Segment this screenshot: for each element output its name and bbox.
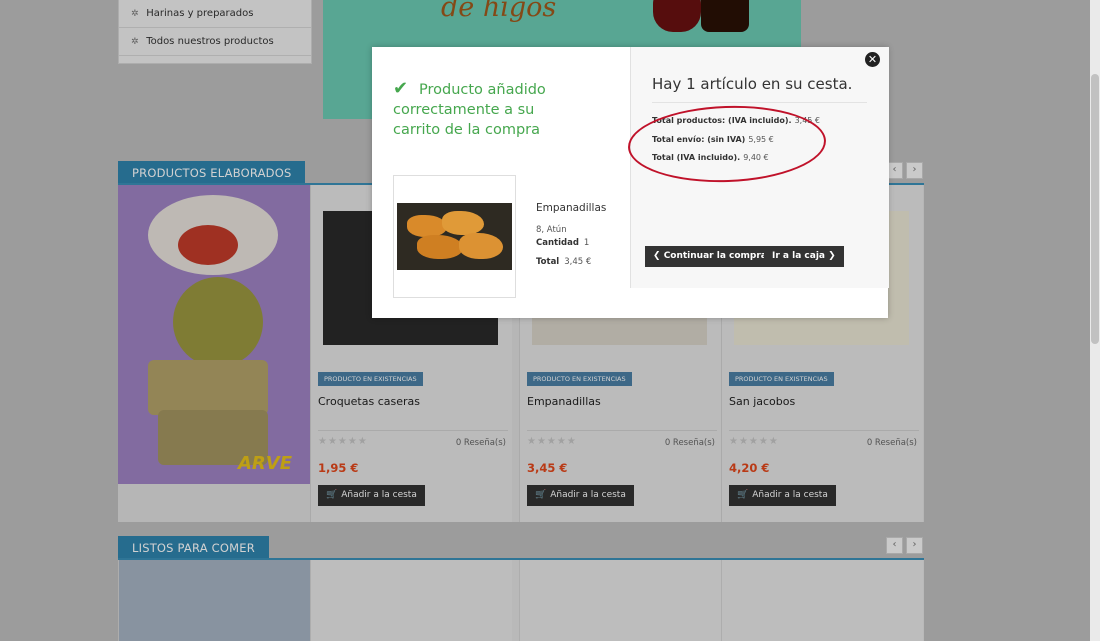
feature-image[interactable] — [118, 560, 311, 641]
cart-icon: 🛒 — [326, 490, 338, 500]
divider — [729, 430, 919, 431]
gear-icon: ✲ — [131, 9, 139, 19]
category-menu: ✲ Harinas y preparados ✲ Todos nuestros … — [118, 0, 312, 64]
success-message: Producto añadido correctamente a su carr… — [393, 82, 546, 138]
product-name[interactable]: San jacobos — [729, 395, 795, 408]
cart-icon: 🛒 — [535, 490, 547, 500]
product-card[interactable] — [310, 560, 512, 641]
banner-text: de higos — [441, 0, 557, 23]
product-name[interactable]: Empanadillas — [527, 395, 601, 408]
add-to-cart-modal: ✔ Producto añadido correctamente a su ca… — [372, 47, 889, 318]
cart-icon: 🛒 — [737, 490, 749, 500]
quantity-value: 1 — [583, 238, 590, 248]
carousel-prev-button[interactable]: ‹ — [886, 537, 903, 554]
modal-product-panel: ✔ Producto añadido correctamente a su ca… — [372, 47, 630, 318]
rating-stars: ★★★★★ — [318, 436, 368, 447]
product-card[interactable] — [721, 560, 923, 641]
cart-count-title: Hay 1 artículo en su cesta. — [652, 75, 853, 93]
menu-item-harinas[interactable]: ✲ Harinas y preparados — [119, 0, 311, 28]
product-name[interactable]: Croquetas caseras — [318, 395, 420, 408]
add-to-cart-button[interactable]: 🛒 Añadir a la cesta — [527, 485, 634, 506]
divider — [527, 430, 717, 431]
section-title-elaborados: PRODUCTOS ELABORADOS — [118, 161, 306, 185]
modal-product-name: Empanadillas — [536, 202, 607, 214]
checkout-button[interactable]: Ir a la caja ❯ — [764, 246, 844, 267]
product-price: 4,20 € — [729, 461, 770, 475]
add-to-cart-label: Añadir a la cesta — [752, 490, 828, 500]
product-price: 1,95 € — [318, 461, 359, 475]
add-to-cart-button[interactable]: 🛒 Añadir a la cesta — [729, 485, 836, 506]
total-label: Total — [536, 257, 560, 267]
menu-item-todos[interactable]: ✲ Todos nuestros productos — [119, 28, 311, 56]
menu-item-label: Todos nuestros productos — [146, 36, 274, 47]
chevron-left-icon: ❮ — [653, 251, 664, 261]
product-card[interactable] — [519, 560, 721, 641]
product-price: 3,45 € — [527, 461, 568, 475]
section-title-listos: LISTOS PARA COMER — [118, 536, 269, 560]
product-grid — [118, 560, 924, 641]
scrollbar[interactable] — [1090, 0, 1100, 641]
modal-product-quantity: Cantidad 1 — [536, 238, 589, 248]
brand-logo: ARVE — [238, 453, 293, 474]
divider — [318, 430, 508, 431]
continue-shopping-button[interactable]: ❮ Continuar la compra — [645, 246, 775, 267]
rating-stars: ★★★★★ — [527, 436, 577, 447]
carousel-next-button[interactable]: › — [906, 537, 923, 554]
divider — [652, 102, 867, 103]
scrollbar-thumb[interactable] — [1091, 74, 1099, 344]
add-to-cart-label: Añadir a la cesta — [341, 490, 417, 500]
add-to-cart-button[interactable]: 🛒 Añadir a la cesta — [318, 485, 425, 506]
jam-jar-image — [701, 0, 749, 32]
review-count: 0 Reseña(s) — [455, 438, 506, 448]
page: ✲ Harinas y preparados ✲ Todos nuestros … — [0, 0, 1100, 641]
rating-stars: ★★★★★ — [729, 436, 779, 447]
modal-product-attributes: 8, Atún — [536, 225, 567, 235]
add-to-cart-label: Añadir a la cesta — [550, 490, 626, 500]
review-count: 0 Reseña(s) — [866, 438, 917, 448]
checkout-label: Ir a la caja — [772, 251, 825, 261]
feature-image[interactable]: ARVE — [118, 185, 310, 484]
menu-item-label: Harinas y preparados — [146, 8, 254, 19]
quantity-label: Cantidad — [536, 238, 579, 248]
chevron-right-icon: ❯ — [825, 251, 836, 261]
stock-badge: PRODUCTO EN EXISTENCIAS — [318, 372, 423, 386]
stock-badge: PRODUCTO EN EXISTENCIAS — [527, 372, 632, 386]
gear-icon: ✲ — [131, 37, 139, 47]
review-count: 0 Reseña(s) — [664, 438, 715, 448]
stock-badge: PRODUCTO EN EXISTENCIAS — [729, 372, 834, 386]
carousel-next-button[interactable]: › — [906, 162, 923, 179]
close-icon[interactable]: ✕ — [865, 52, 880, 67]
product-thumbnail — [397, 203, 512, 270]
continue-label: Continuar la compra — [663, 251, 767, 261]
total-value: 3,45 € — [564, 257, 592, 267]
modal-product-total: Total 3,45 € — [536, 257, 591, 267]
jam-jar-image — [653, 0, 701, 32]
product-thumbnail-frame — [393, 175, 516, 298]
